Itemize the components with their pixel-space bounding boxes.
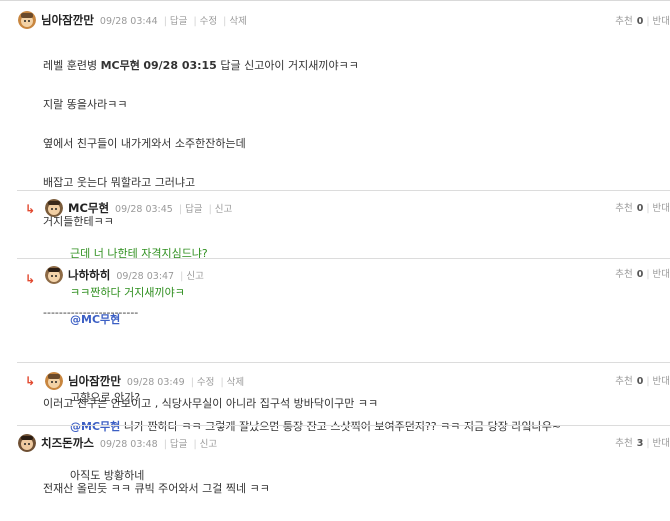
comment-author[interactable]: MC무현 <box>68 200 109 216</box>
comment-line: 전재산 올린듯 ㅋㅋ 큐빅 주어와서 그걸 찍네 ㅋㅋ <box>43 482 270 495</box>
recommend-box: 추천 0 | 반대 <box>615 203 670 214</box>
edit-link[interactable]: 수정 <box>197 377 214 388</box>
comment-line: 옆에서 친구들이 내가게와서 소주한잔하는데 <box>43 137 246 150</box>
comment-meta: 09/28 03:45 | 답글 | 신고 <box>115 204 233 215</box>
comment-time: 09/28 03:45 <box>115 204 173 215</box>
comment-time: 09/28 03:47 <box>116 271 175 282</box>
comment-header: 님아잠깐만 09/28 03:49 | 수정 | 삭제 <box>45 372 244 390</box>
reply-arrow-icon: ↳ <box>25 272 36 286</box>
reply-arrow-icon: ↳ <box>25 374 36 388</box>
mention-link[interactable]: @MC무현 <box>70 313 144 326</box>
recommend-label[interactable]: 추천 <box>615 376 632 387</box>
avatar[interactable] <box>18 11 36 29</box>
comment-line: 지랄 똥을사라ㅋㅋ <box>43 98 128 111</box>
recommend-count: 0 <box>636 376 644 387</box>
recommend-label[interactable]: 추천 <box>615 269 632 280</box>
comment-time: 09/28 03:44 <box>99 16 158 27</box>
divider <box>17 258 670 259</box>
against-label[interactable]: 반대 <box>653 16 670 27</box>
recommend-label[interactable]: 추천 <box>615 438 632 449</box>
comment-meta: 09/28 03:47 | 신고 <box>116 271 204 282</box>
comment-meta: 09/28 03:48 | 답글 | 신고 <box>99 439 218 450</box>
comment-author[interactable]: 치즈돈까스 <box>41 435 94 451</box>
reply-link[interactable]: 답글 <box>185 204 202 215</box>
comment-header: 치즈돈까스 09/28 03:48 | 답글 | 신고 <box>18 434 217 452</box>
divider <box>17 425 670 426</box>
comment-header: 님아잠깐만 09/28 03:44 | 답글 | 수정 | 삭제 <box>18 11 247 29</box>
recommend-count: 0 <box>636 16 644 27</box>
comment-header: MC무현 09/28 03:45 | 답글 | 신고 <box>45 199 232 217</box>
report-link[interactable]: 신고 <box>186 271 203 282</box>
divider <box>17 190 670 191</box>
recommend-count: 0 <box>636 269 644 280</box>
comment-line: @MC무현 니가 짠하다 ㅋㅋ 그렇게 잘났으면 통장 잔고 스샷찍어 보여주던… <box>70 420 562 433</box>
recommend-box: 추천 0 | 반대 <box>615 16 670 27</box>
recommend-count: 0 <box>636 203 644 214</box>
delete-link[interactable]: 삭제 <box>227 377 244 388</box>
report-link[interactable]: 신고 <box>215 204 232 215</box>
against-label[interactable]: 반대 <box>653 203 670 214</box>
comment-meta: 09/28 03:44 | 답글 | 수정 | 삭제 <box>99 16 247 27</box>
comment-line: 배잡고 웃는다 뭐할라고 그러냐고 <box>43 176 196 189</box>
comment-author[interactable]: 님아잠깐만 <box>68 373 121 389</box>
top-border <box>0 0 670 1</box>
avatar[interactable] <box>45 199 63 217</box>
recommend-box: 추천 3 | 반대 <box>615 438 670 449</box>
against-label[interactable]: 반대 <box>653 269 670 280</box>
reply-link[interactable]: 답글 <box>170 16 187 27</box>
against-label[interactable]: 반대 <box>653 376 670 387</box>
avatar[interactable] <box>18 434 36 452</box>
report-link[interactable]: 신고 <box>200 439 217 450</box>
against-label[interactable]: 반대 <box>653 438 670 449</box>
comment-header: 나하하히 09/28 03:47 | 신고 <box>45 266 204 284</box>
comment-body: 전재산 올린듯 ㅋㅋ 큐빅 주어와서 그걸 찍네 ㅋㅋ <box>43 456 270 521</box>
comment-meta: 09/28 03:49 | 수정 | 삭제 <box>126 377 245 388</box>
comment-author[interactable]: 님아잠깐만 <box>41 12 94 28</box>
mention-link[interactable]: @MC무현 <box>70 420 120 433</box>
avatar[interactable] <box>45 372 63 390</box>
comment-time: 09/28 03:48 <box>99 439 158 450</box>
comment-time: 09/28 03:49 <box>126 377 185 388</box>
comment-author[interactable]: 나하하히 <box>68 267 110 283</box>
reply-arrow-icon: ↳ <box>25 202 36 216</box>
recommend-label[interactable]: 추천 <box>615 203 632 214</box>
avatar[interactable] <box>45 266 63 284</box>
recommend-label[interactable]: 추천 <box>615 16 632 27</box>
edit-link[interactable]: 수정 <box>200 16 217 27</box>
recommend-box: 추천 0 | 반대 <box>615 269 670 280</box>
divider <box>17 362 670 363</box>
reply-link[interactable]: 답글 <box>170 439 187 450</box>
recommend-count: 3 <box>636 438 644 449</box>
comment-line: 레벨 훈련병 MC무현 09/28 03:15 답글 신고아이 거지새끼야ㅋㅋ <box>43 59 359 72</box>
delete-link[interactable]: 삭제 <box>229 16 246 27</box>
recommend-box: 추천 0 | 반대 <box>615 376 670 387</box>
